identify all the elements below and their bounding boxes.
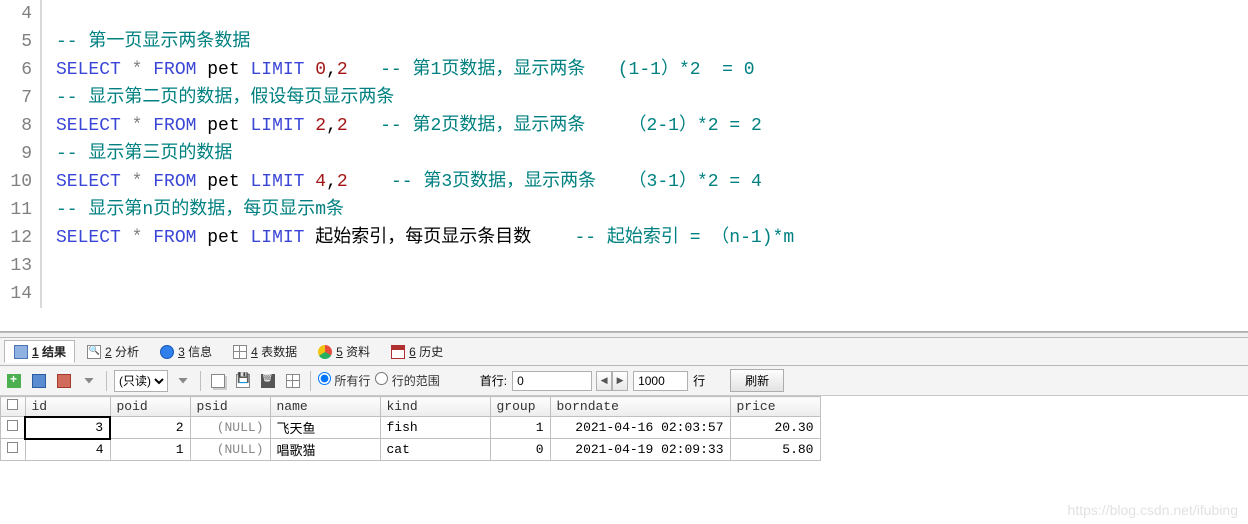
add-row-button[interactable]: [4, 371, 24, 391]
tab-label: 4 表数据: [251, 343, 297, 360]
row-selector[interactable]: [1, 439, 26, 461]
next-page-button[interactable]: ▶: [612, 371, 628, 391]
line-number: 12: [0, 224, 42, 252]
info-icon: [159, 344, 174, 359]
edit-mode-select[interactable]: (只读): [114, 370, 168, 392]
line-number: 6: [0, 56, 42, 84]
col-header-price[interactable]: price: [730, 397, 820, 417]
anal-icon: [86, 344, 101, 359]
first-row-input[interactable]: [512, 371, 592, 391]
cal-icon: [390, 344, 405, 359]
export-button[interactable]: [283, 371, 303, 391]
prev-page-button[interactable]: ◀: [596, 371, 612, 391]
col-header-kind[interactable]: kind: [380, 397, 490, 417]
dropdown-button[interactable]: [79, 371, 99, 391]
tab-label: 2 分析: [105, 343, 139, 360]
mode-dropdown-icon[interactable]: [173, 371, 193, 391]
col-header-id[interactable]: id: [25, 397, 110, 417]
row-range-radio[interactable]: 行的范围: [375, 372, 439, 389]
code-line[interactable]: 8SELECT * FROM pet LIMIT 2,2 -- 第2页数据，显示…: [0, 112, 1248, 140]
tab-label: 6 历史: [409, 343, 443, 360]
col-header-psid[interactable]: psid: [190, 397, 270, 417]
line-number: 7: [0, 84, 42, 112]
tab-label: 1 结果: [32, 343, 66, 360]
line-number: 8: [0, 112, 42, 140]
grid-icon: [232, 344, 247, 359]
code-line[interactable]: 11-- 显示第n页的数据，每页显示m条: [0, 196, 1248, 224]
form-view-button[interactable]: [54, 371, 74, 391]
cell[interactable]: 1: [110, 439, 190, 461]
cell[interactable]: 1: [490, 417, 550, 439]
sql-editor[interactable]: 45-- 第一页显示两条数据6SELECT * FROM pet LIMIT 0…: [0, 0, 1248, 332]
result-toolbar: (只读) 所有行 行的范围 首行: ◀ ▶ 行 刷新: [0, 366, 1248, 396]
table-row[interactable]: 41(NULL)唱歌猫cat02021-04-19 02:09:335.80: [1, 439, 821, 461]
tab-信息[interactable]: 3 信息: [150, 340, 221, 363]
watermark: https://blog.csdn.net/ifubing: [1068, 502, 1238, 518]
cell[interactable]: 3: [25, 417, 110, 439]
tab-表数据[interactable]: 4 表数据: [223, 340, 306, 363]
table-row[interactable]: 32(NULL)飞天鱼fish12021-04-16 02:03:5720.30: [1, 417, 821, 439]
cell[interactable]: 飞天鱼: [270, 417, 380, 439]
result-tabs: 1 结果 2 分析 3 信息 4 表数据 5 资料 6 历史: [0, 338, 1248, 366]
delete-button[interactable]: [258, 371, 278, 391]
col-header-name[interactable]: name: [270, 397, 380, 417]
tab-结果[interactable]: 1 结果: [4, 340, 75, 363]
save-button[interactable]: [233, 371, 253, 391]
cell[interactable]: 2021-04-19 02:09:33: [550, 439, 730, 461]
cell[interactable]: (NULL): [190, 439, 270, 461]
first-row-label: 首行:: [480, 372, 507, 389]
row-count-input[interactable]: [633, 371, 688, 391]
rows-label: 行: [693, 372, 705, 389]
cell[interactable]: fish: [380, 417, 490, 439]
line-number: 4: [0, 0, 42, 28]
cell[interactable]: 20.30: [730, 417, 820, 439]
cell[interactable]: (NULL): [190, 417, 270, 439]
cell[interactable]: 2021-04-16 02:03:57: [550, 417, 730, 439]
grid-view-button[interactable]: [29, 371, 49, 391]
tab-label: 5 资料: [336, 343, 370, 360]
code-line[interactable]: 5-- 第一页显示两条数据: [0, 28, 1248, 56]
row-selector[interactable]: [1, 417, 26, 439]
col-header-group[interactable]: group: [490, 397, 550, 417]
cell[interactable]: 5.80: [730, 439, 820, 461]
code-line[interactable]: 14: [0, 280, 1248, 308]
code-line[interactable]: 13: [0, 252, 1248, 280]
code-line[interactable]: 9-- 显示第三页的数据: [0, 140, 1248, 168]
code-line[interactable]: 10SELECT * FROM pet LIMIT 4,2 -- 第3页数据，显…: [0, 168, 1248, 196]
line-number: 9: [0, 140, 42, 168]
col-header-poid[interactable]: poid: [110, 397, 190, 417]
tab-分析[interactable]: 2 分析: [77, 340, 148, 363]
data-icon: [317, 344, 332, 359]
code-line[interactable]: 6SELECT * FROM pet LIMIT 0,2 -- 第1页数据，显示…: [0, 56, 1248, 84]
line-number: 5: [0, 28, 42, 56]
cell[interactable]: cat: [380, 439, 490, 461]
tab-资料[interactable]: 5 资料: [308, 340, 379, 363]
cell[interactable]: 0: [490, 439, 550, 461]
col-header-borndate[interactable]: borndate: [550, 397, 730, 417]
code-line[interactable]: 7-- 显示第二页的数据，假设每页显示两条: [0, 84, 1248, 112]
line-number: 11: [0, 196, 42, 224]
code-line[interactable]: 12SELECT * FROM pet LIMIT 起始索引，每页显示条目数 -…: [0, 224, 1248, 252]
line-number: 14: [0, 280, 42, 308]
tab-label: 3 信息: [178, 343, 212, 360]
all-rows-radio[interactable]: 所有行: [318, 372, 370, 389]
line-number: 13: [0, 252, 42, 280]
line-number: 10: [0, 168, 42, 196]
select-all-header[interactable]: [1, 397, 26, 417]
cell[interactable]: 2: [110, 417, 190, 439]
copy-button[interactable]: [208, 371, 228, 391]
code-line[interactable]: 4: [0, 0, 1248, 28]
refresh-button[interactable]: 刷新: [730, 369, 784, 392]
tab-历史[interactable]: 6 历史: [381, 340, 452, 363]
cell[interactable]: 4: [25, 439, 110, 461]
table-icon: [13, 344, 28, 359]
cell[interactable]: 唱歌猫: [270, 439, 380, 461]
result-grid[interactable]: idpoidpsidnamekindgroupborndateprice32(N…: [0, 396, 1248, 461]
